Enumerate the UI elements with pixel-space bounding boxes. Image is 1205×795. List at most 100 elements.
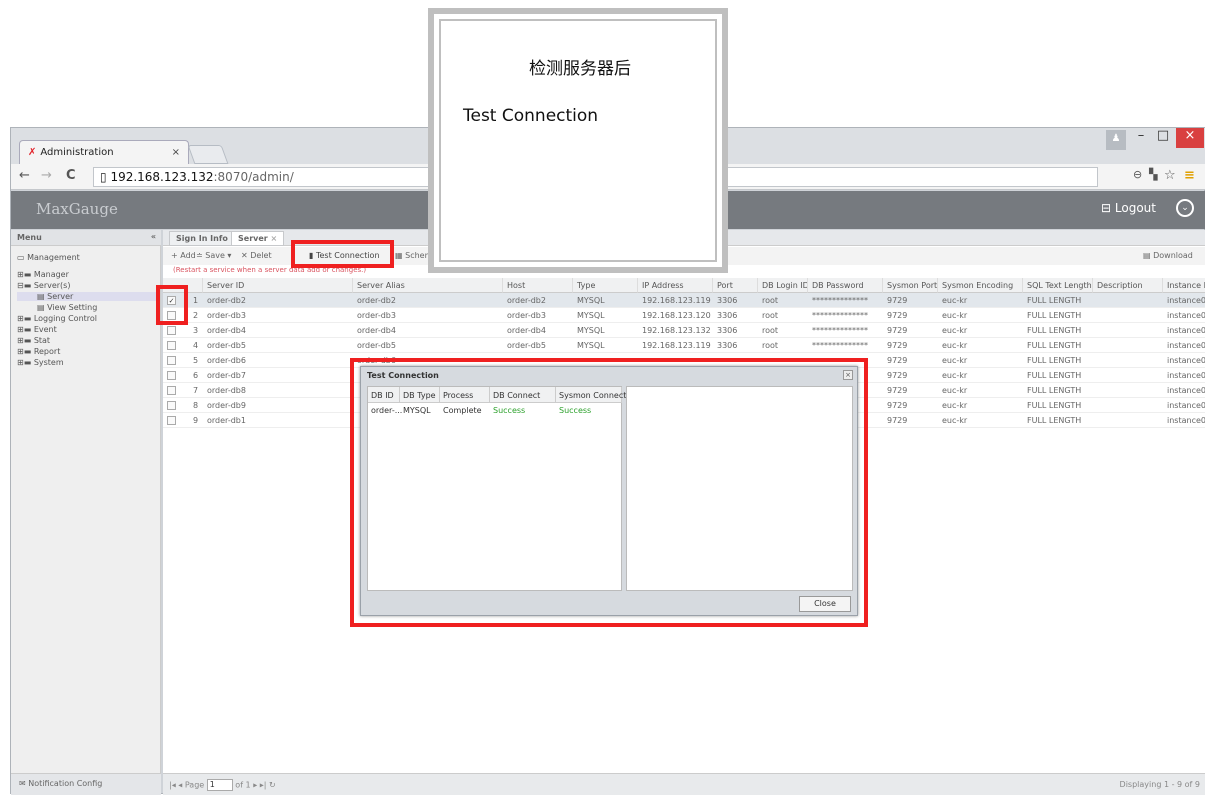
save-button[interactable]: ≐ Save ▾ bbox=[196, 251, 231, 260]
sidebar-item-system[interactable]: ⊞▬ System bbox=[17, 358, 64, 367]
sidebar-item-label: Report bbox=[33, 347, 61, 356]
logout-label: Logout bbox=[1114, 201, 1156, 215]
sidebar-item-manager[interactable]: ⊞▬ Manager bbox=[17, 270, 69, 279]
cell-type: MYSQL bbox=[577, 296, 605, 305]
table-row[interactable]: 4 order-db5 order-db5 order-db5 MYSQL 192.168… bbox=[163, 338, 1205, 353]
cell-ip: 192.168.123.132 bbox=[642, 326, 711, 335]
chevron-down-icon[interactable]: ⌄ bbox=[1176, 199, 1194, 217]
column-header[interactable]: Server ID bbox=[203, 278, 353, 293]
table-row[interactable]: ✓ 1 order-db2 order-db2 order-db2 MYSQL 192.16… bbox=[163, 293, 1205, 308]
sidebar-item-event[interactable]: ⊞▬ Event bbox=[17, 325, 57, 334]
sidebar-item-stat[interactable]: ⊞▬ Stat bbox=[17, 336, 50, 345]
folder-icon: ⊞▬ bbox=[17, 325, 34, 334]
bookmark-star-icon[interactable]: ☆ bbox=[1164, 168, 1176, 183]
row-checkbox[interactable] bbox=[167, 371, 176, 380]
delete-button[interactable]: ✕ Delet bbox=[241, 251, 272, 260]
menu-icon[interactable]: ≡ bbox=[1184, 168, 1195, 183]
next-page-icon[interactable]: ▸ bbox=[253, 781, 257, 790]
browser-tab[interactable]: ✗ Administration × bbox=[19, 140, 189, 164]
cell-len: FULL LENGTH bbox=[1027, 401, 1082, 410]
row-checkbox[interactable] bbox=[167, 356, 176, 365]
tab-close-icon[interactable]: × bbox=[172, 147, 180, 158]
cell-len: FULL LENGTH bbox=[1027, 371, 1082, 380]
column-header[interactable]: Instance Na bbox=[1163, 278, 1205, 293]
column-header[interactable]: Sysmon Encoding bbox=[938, 278, 1023, 293]
column-header[interactable]: Host bbox=[503, 278, 573, 293]
annotation-test-connection bbox=[291, 240, 394, 268]
notification-config[interactable]: ✉ Notification Config bbox=[11, 773, 161, 795]
sidebar-item-view-setting[interactable]: ▤ View Setting bbox=[37, 303, 97, 312]
row-checkbox[interactable] bbox=[167, 386, 176, 395]
download-button[interactable]: ▤ Download bbox=[1143, 251, 1193, 260]
folder-icon: ⊞▬ bbox=[17, 336, 34, 345]
page-input[interactable]: 1 bbox=[206, 779, 233, 791]
row-checkbox[interactable] bbox=[167, 416, 176, 425]
tab-close-icon[interactable]: × bbox=[271, 234, 278, 243]
last-page-icon[interactable]: ▸| bbox=[260, 781, 267, 790]
sidebar-item-label: Server(s) bbox=[33, 281, 71, 290]
sidebar-item-servers[interactable]: ⊟▬ Server(s) bbox=[17, 281, 70, 290]
tab-sign-in-info[interactable]: Sign In Info bbox=[169, 231, 235, 246]
sidebar: Menu « ▭ Management ⊞▬ Manager ⊟▬ Server… bbox=[11, 230, 161, 795]
forward-icon[interactable]: → bbox=[41, 168, 52, 183]
sidebar-item-server[interactable]: ▤ Server bbox=[17, 292, 160, 301]
mail-icon: ✉ bbox=[19, 779, 29, 788]
minimize-button[interactable]: – bbox=[1131, 128, 1151, 148]
column-header[interactable]: IP Address bbox=[638, 278, 713, 293]
close-window-button[interactable]: × bbox=[1176, 128, 1204, 148]
maximize-button[interactable]: □ bbox=[1153, 128, 1173, 148]
cell-id: order-db4 bbox=[207, 326, 246, 335]
tab-title: Administration bbox=[40, 147, 114, 158]
sidebar-item-management[interactable]: ▭ Management bbox=[17, 253, 80, 262]
cell-sport: 9729 bbox=[887, 296, 908, 305]
cell-pw: ************** bbox=[812, 296, 868, 305]
tab-server[interactable]: Server × bbox=[231, 231, 285, 246]
add-button[interactable]: + Add bbox=[171, 251, 196, 260]
reload-icon[interactable]: C bbox=[66, 168, 76, 183]
column-header[interactable]: Server Alias bbox=[353, 278, 503, 293]
column-header[interactable]: DB Login ID bbox=[758, 278, 808, 293]
cell-desc bbox=[1093, 293, 1163, 308]
cell-inst: instance01 bbox=[1167, 356, 1205, 365]
column-header[interactable]: Description bbox=[1093, 278, 1163, 293]
column-header[interactable]: Sysmon Port bbox=[883, 278, 938, 293]
cell-login: root bbox=[762, 341, 779, 350]
translate-icon[interactable]: ▚ bbox=[1149, 168, 1157, 181]
column-header[interactable]: Type bbox=[573, 278, 638, 293]
cell-host: order-db4 bbox=[507, 326, 546, 335]
brand-logo: MaxGauge bbox=[36, 200, 118, 218]
user-icon[interactable]: ♟ bbox=[1106, 130, 1126, 150]
cell-alias: order-db2 bbox=[357, 296, 396, 305]
cell-desc bbox=[1093, 398, 1163, 413]
cell-id: order-db2 bbox=[207, 296, 246, 305]
cell-sport: 9729 bbox=[887, 326, 908, 335]
cell-sport: 9729 bbox=[887, 311, 908, 320]
sidebar-item-report[interactable]: ⊞▬ Report bbox=[17, 347, 60, 356]
cell-sport: 9729 bbox=[887, 371, 908, 380]
zoom-icon[interactable]: ⊖ bbox=[1133, 168, 1142, 181]
folder-icon: ⊞▬ bbox=[17, 347, 34, 356]
refresh-icon[interactable]: ↻ bbox=[269, 781, 276, 790]
collapse-icon[interactable]: « bbox=[151, 232, 156, 241]
sidebar-item-logging-control[interactable]: ⊞▬ Logging Control bbox=[17, 314, 97, 323]
url-host: 192.168.123.132 bbox=[110, 170, 214, 184]
logout-icon: ⊟ bbox=[1101, 201, 1115, 215]
cell-type: MYSQL bbox=[577, 326, 605, 335]
first-page-icon[interactable]: |◂ bbox=[169, 781, 178, 790]
table-row[interactable]: 2 order-db3 order-db3 order-db3 MYSQL 192.168… bbox=[163, 308, 1205, 323]
row-number: 1 bbox=[193, 296, 199, 305]
cell-enc: euc-kr bbox=[942, 386, 968, 395]
back-icon[interactable]: ← bbox=[19, 168, 30, 183]
column-header[interactable]: DB Password bbox=[808, 278, 883, 293]
table-row[interactable]: 3 order-db4 order-db4 order-db4 MYSQL 192.168… bbox=[163, 323, 1205, 338]
row-checkbox[interactable] bbox=[167, 401, 176, 410]
logout-button[interactable]: ⊟ Logout bbox=[1101, 201, 1156, 215]
row-checkbox[interactable] bbox=[167, 341, 176, 350]
column-header[interactable]: SQL Text Length bbox=[1023, 278, 1093, 293]
row-checkbox[interactable] bbox=[167, 326, 176, 335]
new-tab-button[interactable] bbox=[187, 145, 229, 164]
column-header[interactable]: Port bbox=[713, 278, 758, 293]
cell-sport: 9729 bbox=[887, 401, 908, 410]
cell-enc: euc-kr bbox=[942, 401, 968, 410]
cell-inst: instance01 bbox=[1167, 326, 1205, 335]
